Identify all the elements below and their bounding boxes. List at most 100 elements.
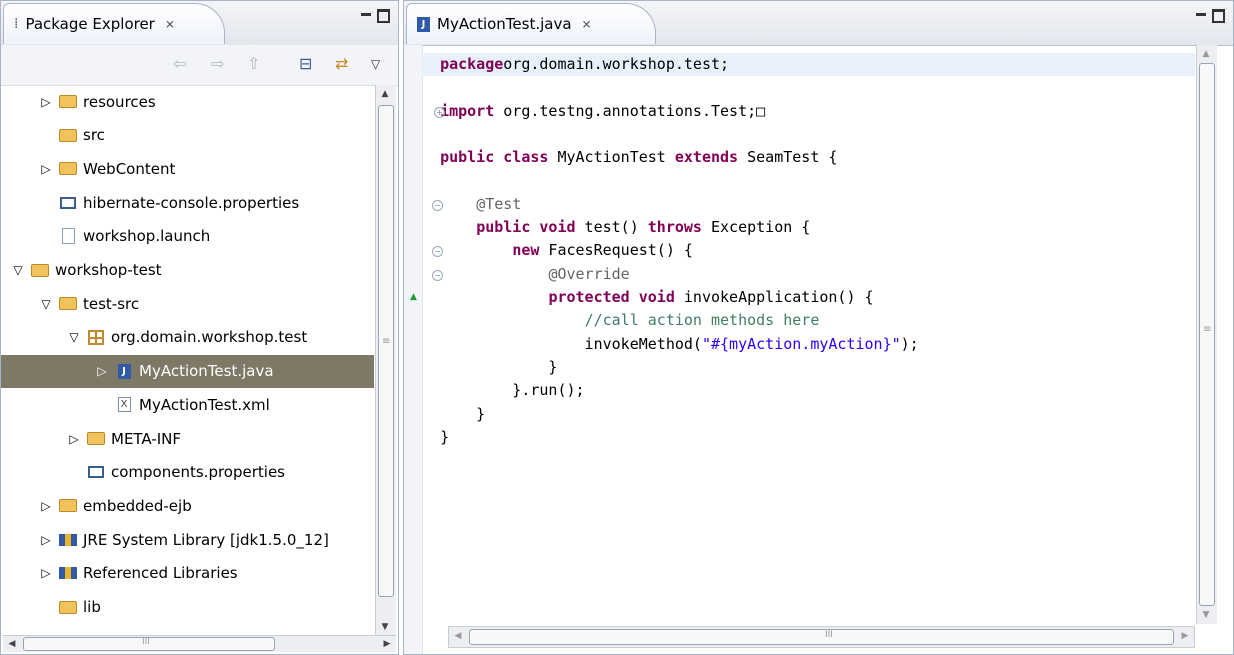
code-token: SeamTest { bbox=[738, 148, 838, 167]
tree-item[interactable]: hibernate-console.properties bbox=[1, 186, 374, 219]
tree-item[interactable]: ▷ Referenced Libraries bbox=[1, 557, 374, 590]
up-icon[interactable]: ⇧ bbox=[247, 54, 260, 73]
maximize-icon[interactable] bbox=[377, 9, 390, 23]
maximize-icon[interactable] bbox=[1212, 9, 1225, 23]
code-line[interactable]: } bbox=[422, 403, 1195, 426]
scroll-left-icon[interactable]: ◀ bbox=[450, 629, 466, 643]
code-token: package bbox=[440, 55, 504, 73]
back-arrow-icon[interactable]: ⇦ bbox=[173, 54, 186, 73]
explorer-horizontal-scrollbar[interactable]: ◀ III ▶ bbox=[3, 635, 396, 652]
code-token: protected void bbox=[548, 288, 675, 306]
scroll-down-icon[interactable]: ▼ bbox=[1198, 608, 1214, 622]
expand-toggle-icon[interactable]: ▽ bbox=[67, 330, 81, 344]
code-token: throws bbox=[647, 218, 702, 237]
scroll-down-icon[interactable]: ▼ bbox=[377, 620, 393, 634]
code-token: invokeMethod( bbox=[440, 334, 702, 353]
tree-item[interactable]: src bbox=[1, 119, 374, 152]
tree-item[interactable]: ▷ JRE System Library [jdk1.5.0_12] bbox=[1, 523, 374, 556]
tree-item[interactable]: ▽ workshop-test bbox=[1, 254, 374, 287]
code-line[interactable]: //call action methods here bbox=[422, 309, 1195, 332]
window-buttons bbox=[1196, 9, 1225, 23]
tree-item[interactable]: workshop.launch bbox=[1, 220, 374, 253]
folder-icon bbox=[31, 263, 49, 278]
collapse-fold-icon[interactable]: − bbox=[432, 269, 443, 281]
tree-item[interactable]: X MyActionTest.xml bbox=[1, 388, 374, 421]
code-token: org.testng.annotations.Test; bbox=[494, 101, 757, 120]
folder-icon bbox=[59, 128, 77, 143]
code-line[interactable]: public class MyActionTest extends SeamTe… bbox=[422, 146, 1195, 169]
tree-item[interactable]: ▽ org.domain.workshop.test bbox=[1, 321, 374, 354]
code-line[interactable]: invokeMethod("#{myAction.myAction}"); bbox=[422, 333, 1195, 356]
expand-toggle-icon[interactable]: ▷ bbox=[39, 499, 53, 513]
close-icon[interactable]: ⨯ bbox=[165, 17, 175, 31]
expand-fold-icon[interactable]: + bbox=[434, 106, 445, 118]
expand-toggle-icon[interactable]: ▷ bbox=[95, 364, 109, 378]
code-line[interactable]: import org.testng.annotations.Test;□ bbox=[422, 100, 1195, 123]
code-token: Exception { bbox=[701, 218, 811, 237]
code-line[interactable]: @Override bbox=[422, 263, 1195, 286]
tree-item[interactable]: lib bbox=[1, 591, 374, 624]
tree-item[interactable]: ▽ test-src bbox=[1, 287, 374, 320]
scroll-up-icon[interactable]: ▲ bbox=[377, 87, 393, 101]
tab-myactiontest-java[interactable]: J MyActionTest.java ⨯ bbox=[406, 3, 656, 44]
expand-toggle-icon[interactable]: ▷ bbox=[39, 162, 53, 176]
code-line[interactable]: @Test bbox=[422, 193, 1195, 216]
override-marker-icon[interactable]: ▲ bbox=[410, 292, 417, 302]
code-token: import bbox=[440, 101, 495, 120]
folder-icon bbox=[59, 600, 77, 615]
tree-item[interactable]: ▷ META-INF bbox=[1, 422, 374, 455]
minimize-icon[interactable] bbox=[1196, 13, 1206, 16]
package-explorer-view: ⁞ Package Explorer ⨯ ⇦ ⇨ ⇧ ⊟ ⇄ ▽ ▷ resour… bbox=[0, 0, 399, 655]
expand-toggle-icon[interactable]: ▷ bbox=[39, 533, 53, 547]
hscroll-thumb[interactable]: III bbox=[469, 629, 1174, 645]
scroll-grip: ≡ bbox=[1203, 324, 1212, 335]
tab-package-explorer[interactable]: ⁞ Package Explorer ⨯ bbox=[3, 3, 225, 44]
scroll-right-icon[interactable]: ▶ bbox=[379, 637, 395, 651]
close-icon[interactable]: ⨯ bbox=[582, 17, 592, 31]
tree-item[interactable]: ▷ embedded-ejb bbox=[1, 489, 374, 522]
hscroll-grip: III bbox=[825, 630, 833, 640]
scrollbar-thumb[interactable]: ≡ bbox=[378, 105, 394, 597]
minimize-icon[interactable] bbox=[361, 13, 371, 16]
expand-toggle-icon[interactable]: ▷ bbox=[39, 95, 53, 109]
tree-item-label: test-src bbox=[83, 294, 140, 313]
expand-toggle-icon[interactable]: ▽ bbox=[39, 297, 53, 311]
tree-item[interactable]: ▷ J MyActionTest.java bbox=[1, 354, 374, 388]
scroll-left-icon[interactable]: ◀ bbox=[4, 637, 20, 651]
tree-item[interactable]: components.properties bbox=[1, 456, 374, 489]
code-token: ); bbox=[900, 334, 919, 353]
code-line[interactable]: }.run(); bbox=[422, 379, 1195, 402]
expand-toggle-icon[interactable]: ▷ bbox=[39, 566, 53, 580]
code-line[interactable]: protected void invokeApplication() { bbox=[422, 286, 1195, 309]
expand-toggle-icon[interactable]: ▽ bbox=[11, 263, 25, 277]
scroll-right-icon[interactable]: ▶ bbox=[1177, 629, 1193, 643]
tree-item-label: MyActionTest.java bbox=[139, 362, 274, 381]
code-line[interactable]: public void test() throws Exception { bbox=[422, 216, 1195, 239]
code-line[interactable]: packageorg.domain.workshop.test; bbox=[422, 53, 1195, 76]
code-token: @Test bbox=[476, 194, 522, 213]
scrollbar-thumb[interactable]: ≡ bbox=[1199, 63, 1215, 606]
java-file-icon: J bbox=[417, 16, 430, 32]
tree-item[interactable]: ▷ WebContent bbox=[1, 152, 374, 185]
code-area[interactable]: packageorg.domain.workshop.test; import … bbox=[422, 45, 1195, 624]
forward-arrow-icon[interactable]: ⇨ bbox=[211, 54, 224, 73]
collapse-all-icon[interactable]: ⊟ bbox=[299, 54, 312, 73]
explorer-toolbar: ⇦ ⇨ ⇧ ⊟ ⇄ ▽ bbox=[1, 45, 398, 86]
expand-toggle-icon[interactable]: ▷ bbox=[67, 432, 81, 446]
scroll-up-icon[interactable]: ▲ bbox=[1198, 47, 1214, 61]
hscroll-thumb[interactable]: III bbox=[23, 637, 275, 651]
explorer-vertical-scrollbar[interactable]: ▲ ≡ ▼ bbox=[375, 85, 396, 636]
code-line[interactable]: } bbox=[422, 426, 1195, 449]
tree-item[interactable]: ▷ resources bbox=[1, 85, 374, 118]
collapse-fold-icon[interactable]: − bbox=[432, 199, 443, 211]
link-with-editor-icon[interactable]: ⇄ bbox=[335, 54, 348, 73]
code-line[interactable]: new FacesRequest() { bbox=[422, 239, 1195, 262]
view-menu-icon[interactable]: ▽ bbox=[371, 57, 380, 71]
code-line[interactable]: } bbox=[422, 356, 1195, 379]
editor-vertical-scrollbar[interactable]: ▲ ≡ ▼ bbox=[1196, 45, 1217, 624]
editor-horizontal-scrollbar[interactable]: ◀ III ▶ bbox=[448, 626, 1195, 648]
